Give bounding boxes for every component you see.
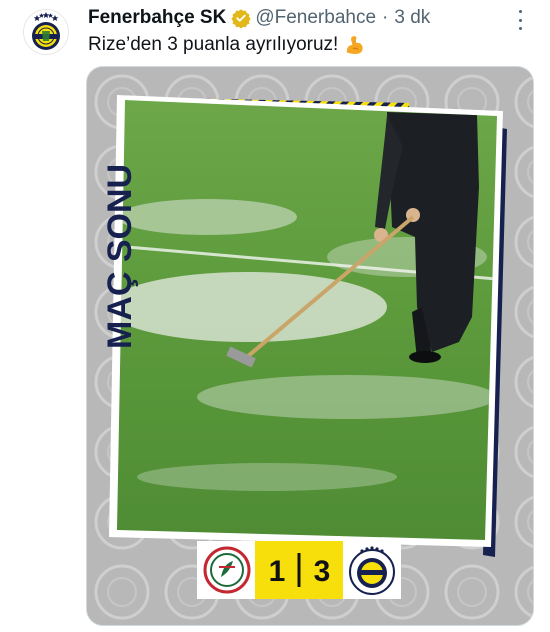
timestamp[interactable]: 3 dk (394, 7, 430, 29)
match-over-label: MAÇ SONU (101, 164, 139, 349)
profile-avatar[interactable] (23, 9, 69, 55)
tweet-text: Rize’den 3 puanla ayrılıyoruz! (88, 34, 366, 56)
away-score: 3 (314, 555, 331, 588)
tweet-body: Rize’den 3 puanla ayrılıyoruz! (88, 34, 339, 55)
score-bar: 1 3 (197, 541, 401, 599)
user-handle[interactable]: @Fenerbahce (255, 7, 376, 29)
tweet-header: Fenerbahçe SK @Fenerbahce · 3 dk (88, 6, 430, 30)
separator-dot: · (382, 7, 389, 28)
verified-badge-icon (231, 8, 251, 28)
home-score: 1 (269, 555, 286, 588)
display-name[interactable]: Fenerbahçe SK (88, 7, 226, 29)
more-options-icon[interactable] (510, 10, 530, 30)
flexed-biceps-icon (344, 34, 366, 56)
rizespor-logo-icon (203, 546, 251, 594)
tweet-media-image[interactable]: MAÇ SONU 1 3 (87, 67, 533, 625)
